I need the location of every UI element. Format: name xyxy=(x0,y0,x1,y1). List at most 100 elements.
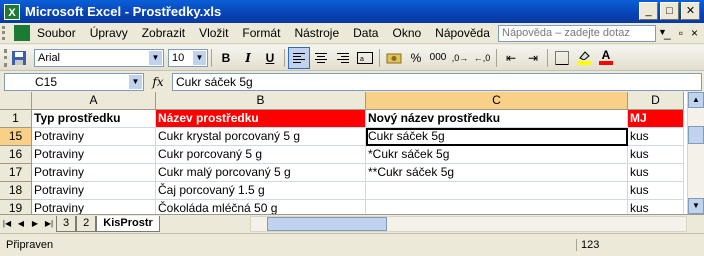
cell[interactable] xyxy=(366,200,628,214)
cell[interactable]: Potraviny xyxy=(32,128,156,146)
percent-button[interactable]: % xyxy=(405,47,427,69)
fill-color-icon[interactable] xyxy=(573,47,595,69)
scroll-thumb[interactable] xyxy=(688,126,704,144)
cell[interactable]: kus xyxy=(628,128,684,146)
menu-format[interactable]: Formát xyxy=(235,26,287,40)
workbook-icon[interactable] xyxy=(14,25,30,41)
cell[interactable]: **Cukr sáček 5g xyxy=(366,164,628,182)
column-header-d[interactable]: D xyxy=(628,92,684,110)
excel-icon[interactable]: X xyxy=(4,3,20,20)
row-header[interactable]: 17 xyxy=(0,164,32,182)
minimize-button[interactable]: _ xyxy=(639,2,658,20)
last-sheet-icon[interactable]: ▶| xyxy=(42,217,56,231)
chevron-down-icon[interactable]: ▼ xyxy=(193,50,206,65)
row-header[interactable]: 1 xyxy=(0,110,32,128)
cell[interactable]: Potraviny xyxy=(32,164,156,182)
chevron-down-icon[interactable]: ▼ xyxy=(129,75,142,89)
increase-decimal-icon[interactable]: ,0→ xyxy=(449,47,471,69)
menu-okno[interactable]: Okno xyxy=(385,26,428,40)
selected-cell[interactable]: Cukr sáček 5g xyxy=(366,128,628,146)
menu-bar: Soubor Úpravy Zobrazit Vložit Formát Nás… xyxy=(0,23,704,44)
cell[interactable]: MJ xyxy=(628,110,684,128)
underline-button[interactable]: U xyxy=(259,47,281,69)
select-all-corner[interactable] xyxy=(0,92,32,110)
font-name-select[interactable]: Arial ▼ xyxy=(34,48,164,67)
font-size-select[interactable]: 10 ▼ xyxy=(168,48,208,67)
next-sheet-icon[interactable]: ▶ xyxy=(28,217,42,231)
row-header[interactable]: 19 xyxy=(0,200,32,214)
scroll-thumb[interactable] xyxy=(267,217,387,231)
toolbar-separator xyxy=(379,48,380,67)
align-right-icon[interactable] xyxy=(332,47,354,69)
doc-minimize-button[interactable]: _ xyxy=(664,26,671,40)
menu-upravy[interactable]: Úpravy xyxy=(83,26,135,40)
cell[interactable]: Nový název prostředku xyxy=(366,110,628,128)
cell[interactable]: Potraviny xyxy=(32,200,156,214)
save-icon[interactable] xyxy=(8,47,30,69)
insert-function-icon[interactable]: fx xyxy=(144,75,172,89)
column-headers: A B C D xyxy=(0,92,684,110)
merge-center-icon[interactable]: a xyxy=(354,47,376,69)
status-value: 123 xyxy=(576,239,696,251)
cell[interactable]: Cukr porcovaný 5 g xyxy=(156,146,366,164)
bold-button[interactable]: B xyxy=(215,47,237,69)
menu-zobrazit[interactable]: Zobrazit xyxy=(135,26,192,40)
scroll-down-icon[interactable]: ▼ xyxy=(688,198,704,214)
doc-restore-button[interactable]: ▫ xyxy=(679,26,683,40)
sheet-tab-3[interactable]: 3 xyxy=(56,215,77,232)
menu-napoveda[interactable]: Nápověda xyxy=(428,26,497,40)
first-sheet-icon[interactable]: |◀ xyxy=(0,217,14,231)
spreadsheet-grid[interactable]: A B C D 1 Typ prostředku Název prostředk… xyxy=(0,92,704,214)
align-left-icon[interactable] xyxy=(288,46,310,69)
close-button[interactable]: ✕ xyxy=(681,2,700,20)
column-header-a[interactable]: A xyxy=(32,92,156,110)
cell[interactable]: Čaj porcovaný 1.5 g xyxy=(156,182,366,200)
horizontal-scrollbar[interactable] xyxy=(250,216,687,232)
cell[interactable]: kus xyxy=(628,200,684,214)
menu-grip[interactable] xyxy=(2,26,10,40)
cell[interactable]: Cukr malý porcovaný 5 g xyxy=(156,164,366,182)
thousands-separator-button[interactable]: 000 xyxy=(427,47,449,69)
cell[interactable]: Potraviny xyxy=(32,182,156,200)
row-header[interactable]: 16 xyxy=(0,146,32,164)
cell[interactable]: Typ prostředku xyxy=(32,110,156,128)
cell[interactable]: Cukr krystal porcovaný 5 g xyxy=(156,128,366,146)
sheet-tab-kisprostr[interactable]: KisProstr xyxy=(96,215,160,232)
cell[interactable]: kus xyxy=(628,182,684,200)
sheet-tab-2[interactable]: 2 xyxy=(76,215,97,232)
cell[interactable]: kus xyxy=(628,146,684,164)
name-box[interactable]: C15 ▼ xyxy=(4,73,144,91)
row-header[interactable]: 18 xyxy=(0,182,32,200)
menu-soubor[interactable]: Soubor xyxy=(30,26,83,40)
currency-icon[interactable] xyxy=(383,47,405,69)
italic-button[interactable]: I xyxy=(237,47,259,69)
scroll-up-icon[interactable]: ▲ xyxy=(688,92,704,108)
decrease-indent-icon[interactable]: ⇤ xyxy=(500,47,522,69)
cell[interactable]: Čokoláda mléčná 50 g xyxy=(156,200,366,214)
menu-nastroje[interactable]: Nástroje xyxy=(287,26,346,40)
row-header[interactable]: 15 xyxy=(0,128,32,146)
column-header-b[interactable]: B xyxy=(156,92,366,110)
font-color-icon[interactable]: A xyxy=(595,47,617,69)
column-header-c[interactable]: C xyxy=(366,92,628,110)
cell[interactable]: *Cukr sáček 5g xyxy=(366,146,628,164)
chevron-down-icon[interactable]: ▼ xyxy=(149,50,162,65)
borders-icon[interactable] xyxy=(551,47,573,69)
vertical-scrollbar[interactable]: ▲ ▼ xyxy=(687,92,704,214)
prev-sheet-icon[interactable]: ◀ xyxy=(14,217,28,231)
toolbar-separator xyxy=(211,48,212,67)
cell[interactable]: kus xyxy=(628,164,684,182)
menu-data[interactable]: Data xyxy=(346,26,385,40)
decrease-decimal-icon[interactable]: ←,0 xyxy=(471,47,493,69)
align-center-icon[interactable] xyxy=(310,47,332,69)
help-search-input[interactable]: Nápověda – zadejte dotaz xyxy=(498,25,656,42)
menu-vlozit[interactable]: Vložit xyxy=(192,26,235,40)
doc-close-button[interactable]: × xyxy=(691,26,698,40)
cell[interactable]: Potraviny xyxy=(32,146,156,164)
cell[interactable] xyxy=(366,182,628,200)
formula-input[interactable]: Cukr sáček 5g xyxy=(172,73,702,91)
maximize-button[interactable]: □ xyxy=(660,2,679,20)
increase-indent-icon[interactable]: ⇥ xyxy=(522,47,544,69)
toolbar-separator xyxy=(496,48,497,67)
cell[interactable]: Název prostředku xyxy=(156,110,366,128)
